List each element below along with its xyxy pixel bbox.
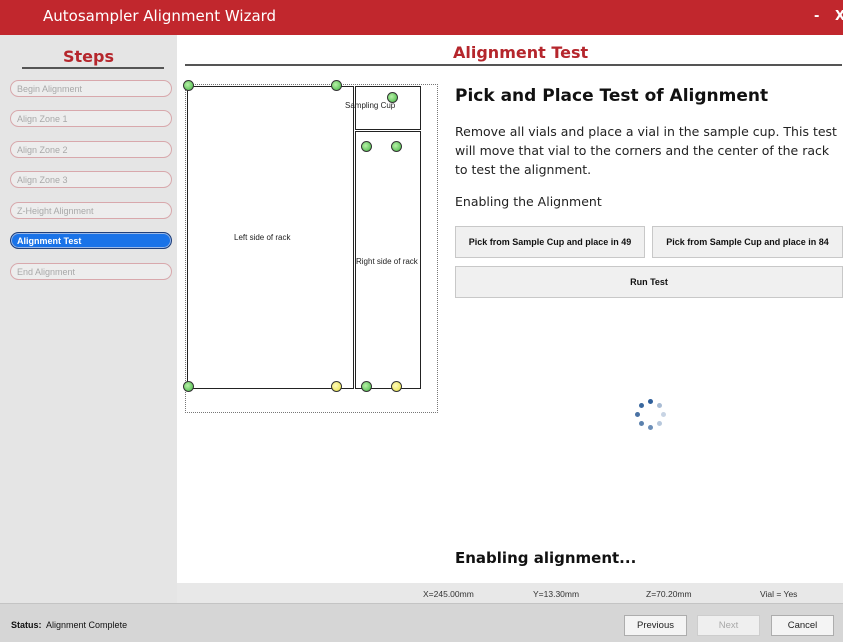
test-description: Remove all vials and place a vial in the… <box>455 124 837 177</box>
vial-position-green <box>391 141 402 152</box>
vial-position-yellow <box>391 381 402 392</box>
pick-place-49-button[interactable]: Pick from Sample Cup and place in 49 <box>455 226 645 258</box>
sampling-cup-label: Sampling Cup <box>345 101 396 110</box>
vial-position-sampling-cup <box>387 92 398 103</box>
rack-right-label: Right side of rack <box>356 257 418 266</box>
step-end-alignment[interactable]: End Alignment <box>10 263 172 280</box>
test-heading: Pick and Place Test of Alignment <box>455 86 769 106</box>
section-title: Alignment Test <box>453 43 589 62</box>
steps-header-divider <box>22 67 164 69</box>
step-align-zone-2[interactable]: Align Zone 2 <box>10 141 172 158</box>
vial-position-green <box>183 80 194 91</box>
z-coordinate: Z=70.20mm <box>646 589 692 599</box>
vial-position-green <box>331 80 342 91</box>
status-bar: Status: Alignment Complete Previous Next… <box>0 603 843 642</box>
step-begin-alignment[interactable]: Begin Alignment <box>10 80 172 97</box>
status-value: Alignment Complete <box>46 620 128 630</box>
steps-sidebar: Steps Begin Alignment Align Zone 1 Align… <box>0 35 177 603</box>
cancel-button[interactable]: Cancel <box>771 615 834 636</box>
status-label: Status: <box>11 620 42 630</box>
rack-right-side: Right side of rack <box>355 131 421 389</box>
previous-button[interactable]: Previous <box>624 615 687 636</box>
step-align-zone-3[interactable]: Align Zone 3 <box>10 171 172 188</box>
vial-position-green <box>361 141 372 152</box>
rack-left-label: Left side of rack <box>234 233 291 242</box>
step-z-height-alignment[interactable]: Z-Height Alignment <box>10 202 172 219</box>
steps-header: Steps <box>63 47 114 66</box>
loading-spinner-icon <box>633 398 667 432</box>
x-coordinate: X=245.00mm <box>423 589 474 599</box>
status-text: Status: Alignment Complete <box>11 620 127 630</box>
status-message: Enabling alignment... <box>455 549 637 567</box>
window-title: Autosampler Alignment Wizard <box>43 7 277 25</box>
pick-place-84-button[interactable]: Pick from Sample Cup and place in 84 <box>652 226 843 258</box>
vial-position-green <box>361 381 372 392</box>
section-divider <box>185 64 842 66</box>
close-button[interactable]: X <box>835 9 843 24</box>
run-test-button[interactable]: Run Test <box>455 266 843 298</box>
step-alignment-test[interactable]: Alignment Test <box>10 232 172 249</box>
vial-position-yellow <box>331 381 342 392</box>
step-align-zone-1[interactable]: Align Zone 1 <box>10 110 172 127</box>
rack-left-side: Left side of rack <box>187 86 354 389</box>
minimize-button[interactable]: - <box>814 9 819 24</box>
vial-position-green <box>183 381 194 392</box>
enabling-subtext: Enabling the Alignment <box>455 194 602 209</box>
coordinates-bar: X=245.00mm Y=13.30mm Z=70.20mm Vial = Ye… <box>177 583 843 603</box>
title-bar: Autosampler Alignment Wizard - X <box>0 0 843 35</box>
y-coordinate: Y=13.30mm <box>533 589 580 599</box>
vial-status: Vial = Yes <box>760 589 798 599</box>
next-button[interactable]: Next <box>697 615 760 636</box>
